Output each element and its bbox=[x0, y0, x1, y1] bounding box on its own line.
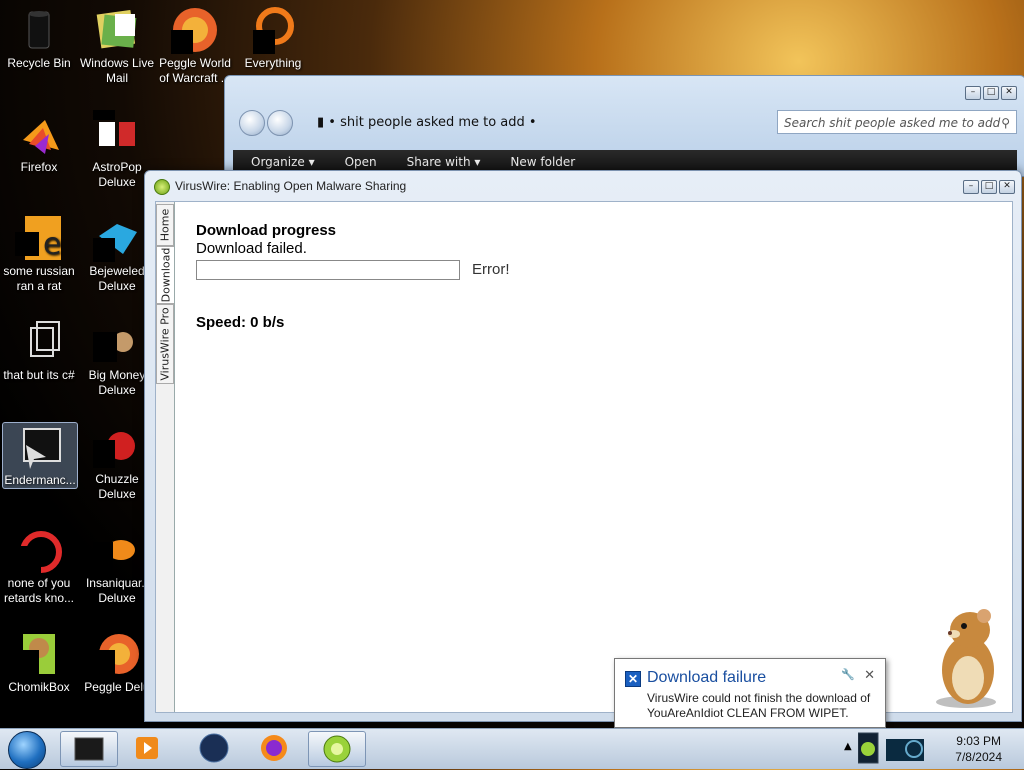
mail-icon bbox=[93, 6, 141, 54]
notification-close-button[interactable]: ✕ bbox=[864, 667, 875, 683]
taskbar-firefox[interactable] bbox=[246, 731, 302, 765]
viruswire-app-icon bbox=[154, 179, 170, 195]
fish-icon bbox=[93, 526, 141, 574]
notification-balloon[interactable]: ✕ Download failure 🔧 ✕ VirusWire could n… bbox=[614, 658, 886, 728]
minimize-button[interactable]: – bbox=[963, 180, 979, 194]
chuzzle-icon bbox=[93, 422, 141, 470]
desktop-icon-label: Firefox bbox=[20, 160, 58, 174]
desktop-icon-firefox[interactable]: Firefox bbox=[0, 110, 78, 175]
window-title: VirusWire: Enabling Open Malware Sharing bbox=[175, 179, 407, 193]
viruswire-icon bbox=[323, 735, 351, 763]
download-progress-bar bbox=[196, 260, 460, 280]
desktop-icon-recycle-bin[interactable]: Recycle Bin bbox=[0, 6, 78, 71]
desktop-icon-label: Everything bbox=[244, 56, 302, 70]
clock[interactable]: 9:03 PM 7/8/2024 bbox=[955, 733, 1002, 765]
folder-icon: ▮ • bbox=[317, 115, 341, 130]
error-icon: ✕ bbox=[625, 671, 641, 687]
firefox-icon bbox=[261, 735, 287, 761]
opera-icon bbox=[15, 526, 63, 574]
taskbar-app-globe[interactable] bbox=[186, 731, 242, 765]
show-hidden-icons-icon[interactable]: ▲ bbox=[844, 741, 852, 752]
desktop-icon-that-but-its-csharp[interactable]: that but its c# bbox=[0, 318, 78, 383]
tab-download[interactable]: Download bbox=[156, 246, 174, 304]
minimize-button[interactable]: – bbox=[965, 86, 981, 100]
address-path-text: shit people asked me to add bbox=[340, 115, 525, 130]
maximize-button[interactable]: □ bbox=[983, 86, 999, 100]
notification-title: Download failure bbox=[647, 669, 767, 686]
address-path[interactable]: ▮ • shit people asked me to add • bbox=[317, 112, 787, 134]
desktop-icon-none-of-you[interactable]: none of you retards kno... bbox=[0, 526, 78, 606]
search-icon: ⚲ bbox=[1001, 116, 1010, 130]
shortcut-icon bbox=[15, 318, 63, 366]
desktop-icon-chomikbox[interactable]: ChomikBox bbox=[0, 630, 78, 695]
close-button[interactable]: ✕ bbox=[1001, 86, 1017, 100]
desktop-icon-some-russian[interactable]: e some russian ran a rat bbox=[0, 214, 78, 294]
desktop-icon-label: some russian ran a rat bbox=[3, 264, 75, 293]
desktop-icon-label: Windows Live Mail bbox=[79, 56, 155, 85]
error-label: Error! bbox=[472, 261, 510, 278]
explorer-window-controls: – □ ✕ bbox=[965, 86, 1017, 100]
notification-body: VirusWire could not finish the download … bbox=[647, 691, 871, 720]
desktop-icon-label: Peggle World of Warcraft ... bbox=[159, 56, 231, 85]
media-player-icon bbox=[136, 737, 158, 759]
taskbar-explorer[interactable] bbox=[60, 731, 118, 767]
folder-icon bbox=[74, 737, 104, 761]
taskbar-media-player[interactable] bbox=[120, 731, 176, 765]
vertical-tab-strip: Home Download VirusWire Pro bbox=[156, 202, 175, 712]
tab-home[interactable]: Home bbox=[156, 204, 174, 246]
firefox-icon bbox=[15, 110, 63, 158]
endermanch-icon bbox=[16, 423, 64, 471]
svg-text:e: e bbox=[43, 227, 61, 262]
close-button[interactable]: ✕ bbox=[999, 180, 1015, 194]
address-bar: ▮ • shit people asked me to add • Search… bbox=[237, 108, 1017, 138]
system-tray: ▲ 9:03 PM 7/8/2024 bbox=[834, 729, 1024, 769]
desktop-icon-label: ChomikBox bbox=[8, 680, 70, 694]
recycle-bin-icon bbox=[15, 6, 63, 54]
tray-icons[interactable] bbox=[858, 729, 938, 769]
hamster-image bbox=[928, 604, 1008, 710]
peggle-icon bbox=[171, 6, 219, 54]
big-money-icon bbox=[93, 318, 141, 366]
taskbar-viruswire[interactable] bbox=[308, 731, 366, 767]
download-status: Download failed. bbox=[196, 240, 307, 257]
explorer-window[interactable]: – □ ✕ ▮ • shit people asked me to add • … bbox=[224, 75, 1024, 177]
speed-readout: Speed: 0 b/s bbox=[196, 314, 285, 331]
peggle-icon bbox=[93, 630, 141, 678]
search-placeholder: Search shit people asked me to add bbox=[784, 116, 1001, 130]
tab-viruswire-pro[interactable]: VirusWire Pro bbox=[156, 304, 174, 384]
viruswire-client-area: Home Download VirusWire Pro Download pro… bbox=[155, 201, 1013, 713]
download-pane: Download progress Download failed. Error… bbox=[196, 222, 1012, 712]
desktop-icon-label: Recycle Bin bbox=[7, 56, 71, 70]
desktop-icon-label: that but its c# bbox=[3, 368, 75, 382]
everything-icon bbox=[249, 6, 297, 54]
forward-button[interactable] bbox=[267, 110, 293, 136]
viruswire-window[interactable]: VirusWire: Enabling Open Malware Sharing… bbox=[144, 170, 1022, 722]
rat-file-icon: e bbox=[15, 214, 63, 262]
maximize-button[interactable]: □ bbox=[981, 180, 997, 194]
clock-time: 9:03 PM bbox=[956, 734, 1001, 748]
viruswire-window-controls: – □ ✕ bbox=[963, 180, 1015, 194]
back-button[interactable] bbox=[239, 110, 265, 136]
desktop-icon-label: none of you retards kno... bbox=[3, 576, 75, 605]
desktop-icon-windows-live-mail[interactable]: Windows Live Mail bbox=[78, 6, 156, 86]
astropop-icon bbox=[93, 110, 141, 158]
breadcrumb-separator: • bbox=[528, 115, 537, 130]
chomikbox-icon bbox=[15, 630, 63, 678]
clock-date: 7/8/2024 bbox=[955, 750, 1002, 764]
desktop-icon-label: Endermanc... bbox=[4, 473, 76, 487]
globe-icon bbox=[199, 733, 229, 763]
start-button[interactable] bbox=[8, 731, 46, 769]
pin-icon[interactable]: 🔧 bbox=[841, 668, 855, 681]
desktop-icon-endermanch[interactable]: Endermanc... bbox=[2, 422, 78, 489]
desktop-icon-everything[interactable]: Everything bbox=[234, 6, 312, 71]
bejeweled-icon bbox=[93, 214, 141, 262]
download-progress-heading: Download progress bbox=[196, 222, 337, 239]
desktop-icon-peggle-wow[interactable]: Peggle World of Warcraft ... bbox=[156, 6, 234, 86]
taskbar: ▲ 9:03 PM 7/8/2024 bbox=[0, 728, 1024, 769]
search-input[interactable]: Search shit people asked me to add ⚲ bbox=[777, 110, 1017, 134]
